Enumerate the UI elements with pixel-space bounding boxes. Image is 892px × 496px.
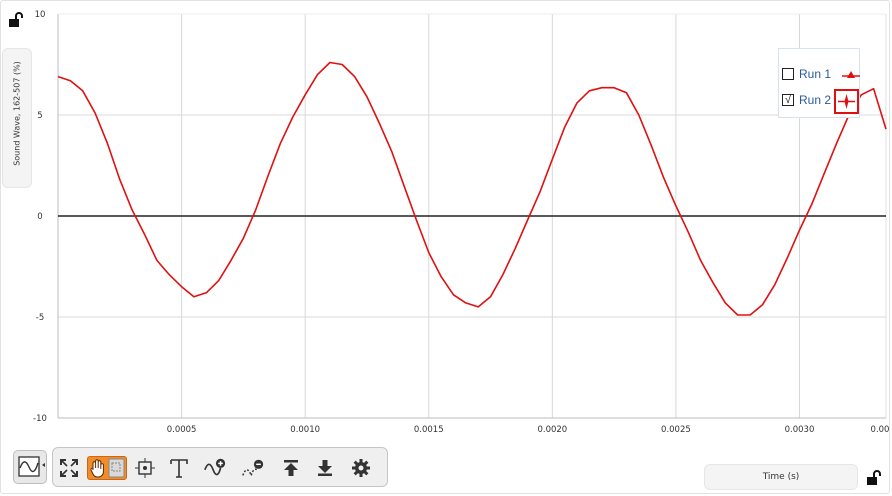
run-2-symbol-selected[interactable] xyxy=(834,89,859,114)
x-axis-label-button[interactable]: Time (s) xyxy=(704,464,858,490)
x-tick-label: 0.0015 xyxy=(414,425,444,435)
pan-button[interactable] xyxy=(87,456,127,480)
x-tick-label: 0.00 xyxy=(871,425,890,435)
x-axis-label: Time (s) xyxy=(762,472,800,482)
autoscale-icon xyxy=(60,459,78,477)
series-run-2 xyxy=(57,61,887,316)
run-1-symbol-icon xyxy=(842,71,860,78)
y-axis-label-button[interactable]: Sound Wave, 162-507 (%) xyxy=(2,48,32,188)
curve-fit-icon xyxy=(204,458,226,476)
x-tick-label: 0.0025 xyxy=(661,425,691,435)
arrow-up-to-top-icon xyxy=(284,460,298,476)
series-line-run-2 xyxy=(57,61,887,316)
curve-fit-button[interactable] xyxy=(203,456,227,480)
remove-fit-icon xyxy=(242,459,264,476)
settings-button[interactable] xyxy=(349,456,373,480)
x-tick-label: 0.0005 xyxy=(167,425,197,435)
graph-type-icon xyxy=(18,456,45,477)
line-chart[interactable]: 0.0005 0.0010 0.0015 0.0020 0.0025 0.0030 0.00… xyxy=(0,0,892,496)
remove-fit-button[interactable] xyxy=(241,456,265,480)
x-tick-label: 0.0010 xyxy=(290,425,320,435)
y-axis-label: Sound Wave, 162-507 (%) xyxy=(12,61,22,166)
arrow-down-to-bottom-icon xyxy=(318,460,332,476)
y-tick-label: 5 xyxy=(37,111,42,121)
graph-type-button[interactable] xyxy=(13,450,47,484)
run-1-checkbox[interactable] xyxy=(782,68,794,80)
tick-labels: 0.0005 0.0010 0.0015 0.0020 0.0025 0.0030 0.00… xyxy=(33,10,889,435)
pan-hand-icon xyxy=(90,458,125,478)
examine-icon xyxy=(135,458,155,478)
x-tick-label: 0.0030 xyxy=(785,425,815,435)
move-up-button[interactable] xyxy=(279,456,303,480)
gear-icon xyxy=(352,459,370,477)
run-2-checkbox[interactable]: √ xyxy=(782,94,794,106)
y-tick-label: -10 xyxy=(33,414,47,424)
run-1-label: Run 1 xyxy=(799,67,832,81)
text-annotation-icon xyxy=(170,459,188,478)
axes xyxy=(57,13,887,419)
graph-toolbar xyxy=(52,447,388,487)
x-tick-label: 0.0020 xyxy=(537,425,567,435)
examine-button[interactable] xyxy=(133,456,157,480)
run-2-label: Run 2 xyxy=(799,93,832,107)
run-2-symbol-icon xyxy=(838,94,855,109)
move-down-button[interactable] xyxy=(313,456,337,480)
legend: Run 1 √ Run 2 xyxy=(778,48,860,118)
y-tick-label: -5 xyxy=(36,313,44,323)
y-tick-label: 0 xyxy=(37,212,42,222)
autoscale-button[interactable] xyxy=(57,456,81,480)
annotate-button[interactable] xyxy=(167,456,191,480)
x-axis-lock-icon[interactable] xyxy=(866,470,882,486)
y-tick-label: 10 xyxy=(35,10,46,20)
y-axis-lock-icon[interactable] xyxy=(8,12,24,28)
